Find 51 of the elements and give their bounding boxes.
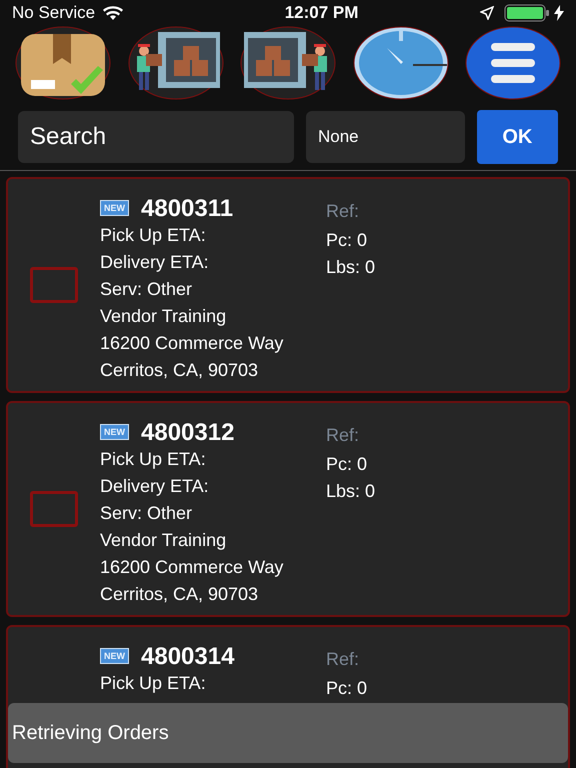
battery-icon — [504, 4, 550, 22]
order-detail: Pc: 0 — [326, 676, 368, 700]
order-detail: 16200 Commerce Way — [100, 556, 284, 579]
ok-button[interactable]: OK — [476, 110, 558, 164]
package-check-icon — [14, 26, 112, 100]
order-detail: Serv: Other — [100, 278, 194, 300]
carrier-label: No Service — [12, 2, 96, 24]
location-arrow-icon — [480, 6, 494, 20]
order-number: 4800314 — [141, 642, 234, 670]
order-detail: Pc: 0 — [326, 452, 368, 476]
order-checkbox[interactable] — [30, 490, 78, 526]
order-card[interactable]: NEW 4800311 Pick Up ETA: Delivery ETA: Serv: Other Vendor Training 16200 Commerce Way Cerritos, CA, 90703 Ref: Pc: 0 Lbs: 0 — [6, 176, 570, 392]
ref-label: Ref: — [326, 648, 360, 670]
order-detail: Pick Up ETA: — [100, 224, 207, 247]
ref-label: Ref: — [326, 424, 360, 446]
package-check-button[interactable] — [14, 26, 112, 100]
order-detail: Pick Up ETA: — [100, 448, 207, 471]
order-detail: Lbs: 0 — [326, 256, 376, 278]
timer-button[interactable] — [352, 26, 450, 100]
loading-toast: Retrieving Orders — [8, 703, 568, 763]
new-badge: NEW — [100, 648, 129, 664]
charging-bolt-icon — [554, 4, 564, 21]
order-detail: Vendor Training — [100, 528, 228, 552]
order-detail: Serv: Other — [100, 502, 194, 524]
order-detail: Lbs: 0 — [326, 480, 376, 502]
delivery-button[interactable] — [239, 26, 337, 100]
new-badge: NEW — [100, 424, 129, 440]
ref-label: Ref: — [326, 200, 360, 222]
wifi-icon — [103, 6, 124, 20]
order-detail: 16200 Commerce Way — [100, 332, 284, 355]
menu-button[interactable] — [464, 26, 562, 100]
pickup-button[interactable] — [126, 26, 224, 100]
stopwatch-icon — [352, 26, 450, 100]
filter-dropdown[interactable]: None — [306, 110, 465, 162]
order-detail: Delivery ETA: — [100, 474, 210, 498]
clock-time: 12:07 PM — [284, 2, 358, 24]
order-number: 4800311 — [141, 194, 234, 222]
order-checkbox[interactable] — [30, 266, 78, 302]
order-detail: Delivery ETA: — [100, 250, 210, 274]
menu-icon — [464, 26, 562, 100]
order-detail: Pick Up ETA: — [100, 672, 207, 695]
order-detail: Cerritos, CA, 90703 — [100, 358, 260, 382]
order-detail: Pc: 0 — [326, 228, 368, 252]
order-detail: Cerritos, CA, 90703 — [100, 582, 260, 606]
order-card[interactable]: NEW 4800312 Pick Up ETA: Delivery ETA: Serv: Other Vendor Training 16200 Commerce Way Cerritos, CA, 90703 Ref: Pc: 0 Lbs: 0 — [6, 400, 570, 616]
delivery-man-icon — [239, 26, 337, 100]
order-detail: Vendor Training — [100, 304, 228, 328]
delivery-man-icon — [126, 26, 224, 100]
new-badge: NEW — [100, 200, 129, 216]
search-field[interactable]: Search — [18, 110, 294, 162]
order-number: 4800312 — [141, 418, 234, 446]
